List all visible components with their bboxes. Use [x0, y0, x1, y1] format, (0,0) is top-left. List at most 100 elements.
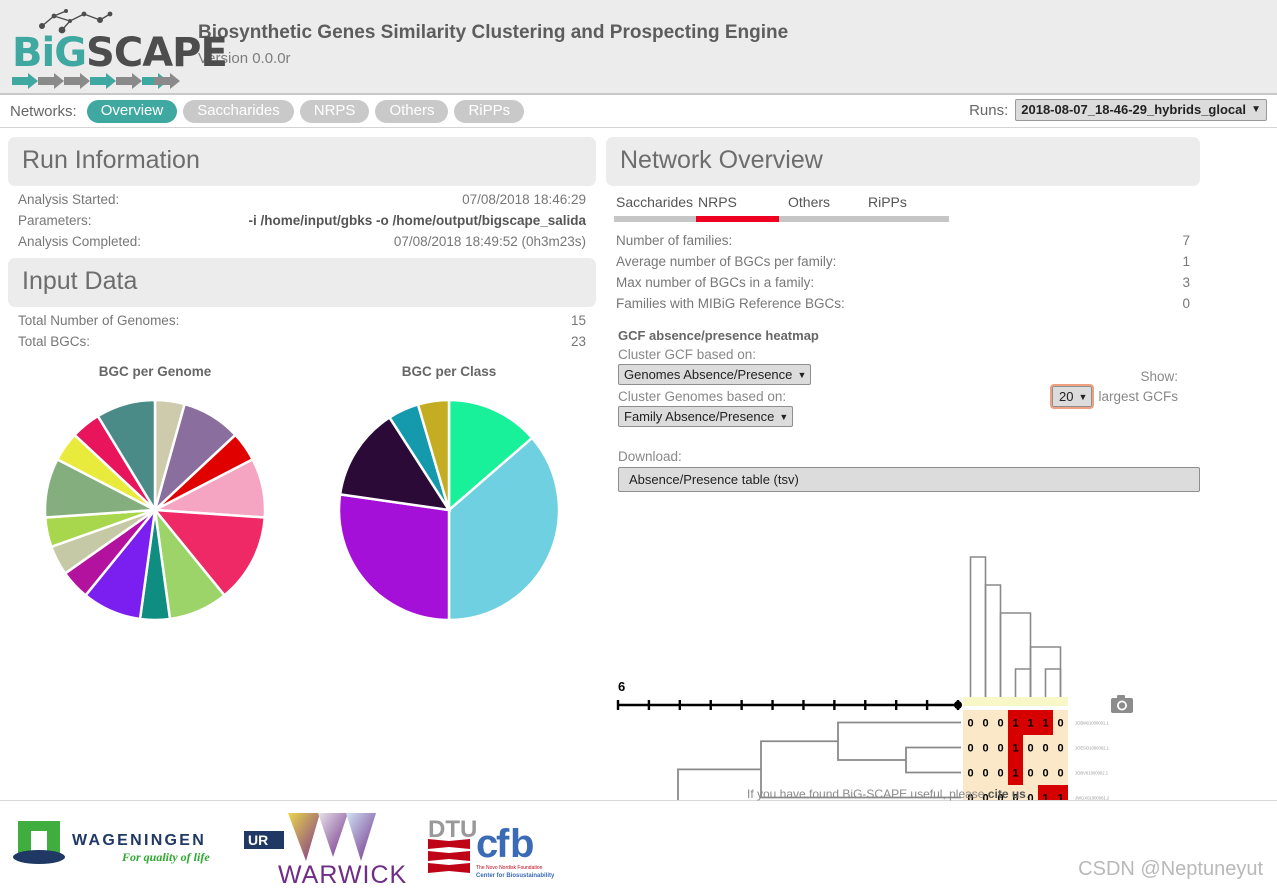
- wageningen-ur-logo: WAGENINGEN UR For quality of life: [13, 821, 284, 864]
- warwick-logo: WARWICK: [278, 813, 407, 887]
- nav-pill-ripps[interactable]: RiPPs: [454, 99, 525, 123]
- cluster-gcf-select[interactable]: Genomes Absence/Presence ▼: [618, 364, 812, 385]
- bigscape-logo: BiGSCAPE: [8, 6, 228, 89]
- citation-text: If you have found BiG-SCAPE useful, plea…: [747, 787, 1029, 801]
- nav-pill-others[interactable]: Others: [375, 99, 449, 123]
- nav-pill-saccharides[interactable]: Saccharides: [183, 99, 294, 123]
- cluster-gcf-label: Cluster GCF based on:: [618, 347, 757, 362]
- svg-text:For quality of life: For quality of life: [121, 850, 210, 864]
- sponsor-logos: WAGENINGEN UR For quality of life WARWIC…: [13, 813, 555, 887]
- table-row: Total Number of Genomes: 15: [8, 310, 596, 331]
- watermark: CSDN @Neptuneyut: [1078, 858, 1263, 880]
- row-label: JOBV01000002.1: [1075, 771, 1109, 776]
- main-content: Run Information Analysis Started: 07/08/…: [0, 129, 1277, 800]
- heatmap-top-band: [963, 697, 1068, 706]
- pie-charts-row: BGC per Genome BGC per Class: [8, 364, 596, 640]
- pie-slice[interactable]: [337, 492, 451, 622]
- heatmap-cell-value: 0: [1027, 768, 1033, 780]
- download-absence-presence-button[interactable]: Absence/Presence table (tsv): [618, 467, 1200, 492]
- heatmap-cell-value: 1: [1012, 768, 1018, 780]
- runs-label: Runs:: [969, 101, 1009, 119]
- runs-selector-group: Runs: 2018-08-07_18-46-29_hybrids_glocal…: [969, 99, 1267, 121]
- tab-nrps[interactable]: NRPS: [698, 190, 788, 216]
- cite-us-link[interactable]: cite us: [988, 787, 1026, 801]
- row-key: Max number of BGCs in a family:: [616, 275, 815, 290]
- heatmap-cell-value: 0: [1057, 743, 1063, 755]
- network-overview-header: Network Overview: [606, 137, 1200, 186]
- app-version: Version 0.0.0r: [198, 50, 291, 67]
- row-key: Analysis Completed:: [18, 234, 142, 249]
- row-value: 3: [1182, 275, 1190, 290]
- heatmap-cell-value: 0: [1057, 718, 1063, 730]
- show-count-select[interactable]: 20 ▼: [1049, 384, 1095, 409]
- page-title: Biosynthetic Genes Similarity Clustering…: [198, 22, 789, 43]
- nav-pill-overview[interactable]: Overview: [86, 99, 178, 123]
- heatmap-cell-value: 0: [967, 718, 973, 730]
- pie-class-svg[interactable]: [324, 385, 574, 635]
- runs-select[interactable]: 2018-08-07_18-46-29_hybrids_glocal ▼: [1015, 99, 1267, 121]
- row-key: Families with MIBiG Reference BGCs:: [616, 296, 845, 311]
- row-value: 07/08/2018 18:49:52 (0h3m23s): [393, 234, 586, 249]
- app-footer: If you have found BiG-SCAPE useful, plea…: [0, 787, 1277, 889]
- pie-genome-svg[interactable]: [30, 385, 280, 635]
- gcf-heatmap[interactable]: 6 0 0 0 1 1 1 0 0 0 0 1 0 0 0 0 0 0 1 0 0 0 0 0 0 0 0 1 1 JOBM0100000…: [606, 547, 1200, 800]
- heatmap-cell-value: 1: [1042, 793, 1048, 801]
- heatmap-cell-value: 0: [1027, 743, 1033, 755]
- row-value: 15: [570, 313, 586, 328]
- dtu-cfb-logo: DTU c f b The Novo Nordisk Foundation Ce…: [428, 816, 555, 879]
- column-dendrogram: [969, 556, 1062, 697]
- heatmap-cell-value: 0: [997, 718, 1003, 730]
- tab-indicator-active: [696, 216, 779, 222]
- heatmap-cell-value: 0: [997, 743, 1003, 755]
- cluster-genomes-value: Family Absence/Presence: [624, 409, 775, 424]
- row-key: Parameters:: [18, 213, 92, 228]
- networks-navbar: Networks: Overview Saccharides NRPS Othe…: [0, 95, 1277, 128]
- table-row: Families with MIBiG Reference BGCs: 0: [606, 293, 1200, 314]
- svg-text:DTU: DTU: [428, 816, 477, 843]
- right-column: Network Overview Saccharides NRPS Others…: [606, 137, 1200, 800]
- cluster-genomes-select[interactable]: Family Absence/Presence ▼: [618, 406, 794, 427]
- pie-title: BGC per Genome: [98, 364, 212, 379]
- camera-icon[interactable]: [1111, 695, 1133, 713]
- show-label: Show:: [1140, 369, 1178, 384]
- logo-wordmark: BiGSCAPE: [12, 30, 228, 76]
- chevron-down-icon: ▼: [1078, 392, 1088, 402]
- heatmap-svg[interactable]: 60 0 0 1 1 1 00 0 0 1 0 0 00 0 0 1 0 0 00 0 0 0 0 1 1JOBM0100000…: [606, 547, 1200, 800]
- svg-text:b: b: [510, 822, 534, 866]
- heatmap-cell-value: 0: [997, 768, 1003, 780]
- chevron-down-icon: ▼: [1251, 104, 1261, 115]
- heatmap-cell-value: 0: [982, 768, 988, 780]
- svg-text:Center for Biosustainability: Center for Biosustainability: [476, 873, 555, 879]
- heatmap-cell-value: 1: [1012, 743, 1018, 755]
- heatmap-cell-value: 1: [1057, 793, 1063, 801]
- svg-text:WARWICK: WARWICK: [278, 861, 407, 887]
- svg-text:WAGENINGEN: WAGENINGEN: [72, 832, 206, 849]
- tab-others[interactable]: Others: [788, 190, 868, 216]
- heatmap-cell-value: 0: [967, 768, 973, 780]
- table-row: Max number of BGCs in a family: 3: [606, 272, 1200, 293]
- download-label: Download:: [618, 449, 682, 464]
- networks-label: Networks:: [10, 102, 77, 120]
- tab-ripps[interactable]: RiPPs: [868, 190, 907, 216]
- input-data-header: Input Data: [8, 258, 596, 307]
- heatmap-cell-value: 0: [1057, 768, 1063, 780]
- row-key: Average number of BGCs per family:: [616, 254, 837, 269]
- network-stats-table: Number of families: 7 Average number of …: [606, 230, 1200, 314]
- cite-prefix: If you have found BiG-SCAPE useful, plea…: [747, 787, 988, 801]
- heatmap-cell-value: 0: [1042, 743, 1048, 755]
- heatmap-cell-value: 0: [982, 718, 988, 730]
- table-row: Parameters: -i /home/input/gbks -o /home…: [8, 210, 596, 231]
- row-value: 7: [1182, 233, 1190, 248]
- svg-text:UR: UR: [248, 832, 268, 848]
- pie-bgc-per-genome: BGC per Genome: [8, 364, 302, 640]
- nav-pill-nrps[interactable]: NRPS: [299, 99, 370, 123]
- heatmap-cell-value: 1: [1027, 718, 1033, 730]
- table-row: Number of families: 7: [606, 230, 1200, 251]
- row-value: 23: [570, 334, 586, 349]
- row-value: 07/08/2018 18:46:29: [462, 192, 586, 207]
- heatmap-row-labels: JOBM01000001.1 JOESO1000002.1 JOBV01000002…: [1075, 721, 1110, 801]
- show-largest-gcfs-group: Show: 20 ▼ largest GCFs: [1049, 369, 1178, 409]
- tab-saccharides[interactable]: Saccharides: [616, 190, 698, 216]
- arrows-icon: [12, 72, 180, 89]
- row-label: JOESO1000002.1: [1075, 746, 1110, 751]
